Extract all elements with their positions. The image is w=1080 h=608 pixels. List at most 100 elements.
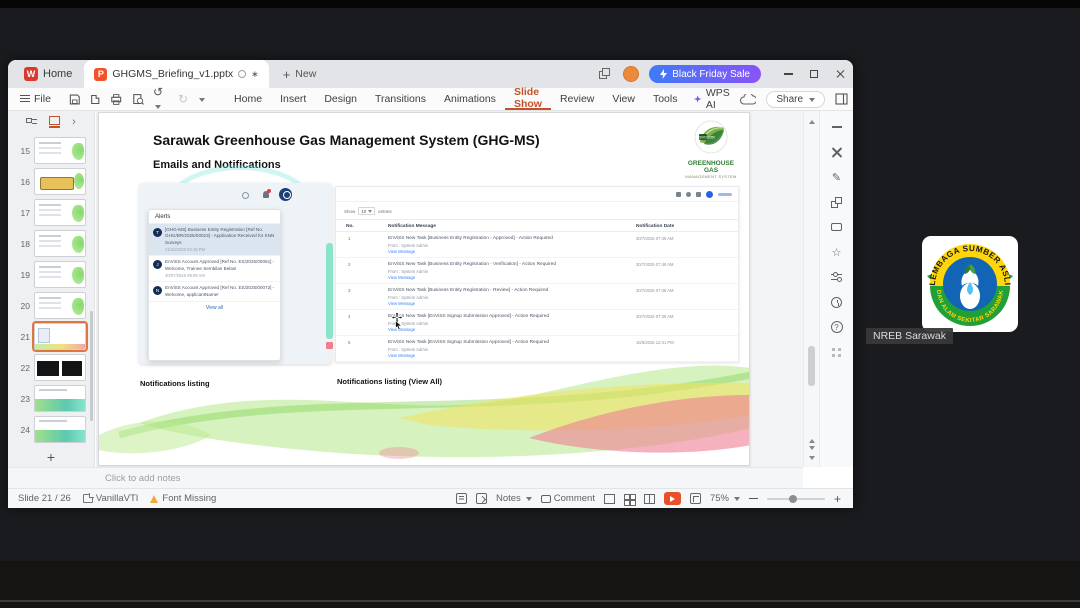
slide-thumbnail-23[interactable]: 23 bbox=[8, 383, 94, 414]
close-button[interactable] bbox=[827, 60, 853, 88]
edit-style-icon[interactable]: ✎ bbox=[829, 169, 845, 185]
print-preview-icon[interactable] bbox=[132, 93, 144, 106]
slide-thumbnail-18[interactable]: 18 bbox=[8, 228, 94, 259]
alert-item[interactable]: N EnViSS Account Approved [Ref No. ES/202… bbox=[149, 282, 280, 302]
save-icon[interactable] bbox=[69, 93, 81, 106]
wps-ai-button[interactable]: WPS AI bbox=[686, 87, 740, 111]
thumbnail-preview[interactable] bbox=[34, 416, 86, 443]
menu-insert[interactable]: Insert bbox=[271, 88, 315, 110]
font-missing-warning[interactable]: Font Missing bbox=[150, 493, 216, 504]
slide-thumbnail-19[interactable]: 19 bbox=[8, 259, 94, 290]
slide-thumbnail-24[interactable]: 24 bbox=[8, 414, 94, 445]
add-slide-button[interactable]: + bbox=[8, 449, 94, 465]
slide-thumbnail-22[interactable]: 22 bbox=[8, 352, 94, 383]
slide-view-icon[interactable] bbox=[49, 116, 61, 128]
alert-item[interactable]: J EnViSS Account Approved [Ref No. ES/202… bbox=[149, 256, 280, 283]
thumbnail-preview[interactable] bbox=[34, 261, 86, 288]
redo-button[interactable]: ↻ bbox=[178, 92, 188, 106]
history-icon[interactable] bbox=[829, 294, 845, 310]
task-pane-icon[interactable] bbox=[455, 493, 467, 504]
scroll-down-icon[interactable] bbox=[808, 456, 815, 463]
thumbnail-preview[interactable] bbox=[34, 292, 86, 319]
slide-thumbnail-15[interactable]: 15 bbox=[8, 135, 94, 166]
quick-access-more-icon[interactable] bbox=[199, 97, 206, 105]
account-avatar[interactable] bbox=[623, 66, 640, 82]
undo-button[interactable]: ↺ bbox=[153, 85, 169, 113]
shapes-icon[interactable] bbox=[829, 194, 845, 210]
thumbnail-preview[interactable] bbox=[34, 199, 86, 226]
notes-placeholder: Click to add notes bbox=[105, 473, 181, 484]
outline-view-icon[interactable] bbox=[26, 117, 38, 127]
thumbnail-preview[interactable] bbox=[34, 354, 86, 381]
thumbnail-scrollbar[interactable] bbox=[90, 311, 93, 421]
scrollbar-thumb[interactable] bbox=[808, 346, 815, 386]
notes-area[interactable]: Click to add notes bbox=[8, 467, 803, 488]
menu-home[interactable]: Home bbox=[225, 88, 271, 110]
maximize-button[interactable] bbox=[801, 60, 827, 88]
reading-view-icon[interactable] bbox=[643, 493, 655, 504]
menu-transitions[interactable]: Transitions bbox=[366, 88, 435, 110]
zoom-out-button[interactable] bbox=[748, 497, 758, 500]
menu-view[interactable]: View bbox=[603, 88, 644, 110]
ghgms-logo: NET ZERO 2050 GREENHOUSE GAS MANAGEMENT … bbox=[682, 120, 740, 179]
menu-animations[interactable]: Animations bbox=[435, 88, 505, 110]
black-friday-sale-button[interactable]: Black Friday Sale bbox=[649, 65, 761, 83]
tools-icon[interactable] bbox=[829, 144, 845, 160]
tab-document[interactable]: P GHGMS_Briefing_v1.pptx ∗ bbox=[84, 60, 269, 88]
promo-label: Black Friday Sale bbox=[672, 68, 750, 80]
previous-slide-icon[interactable] bbox=[808, 436, 815, 443]
menu-slide-show[interactable]: Slide Show bbox=[504, 86, 551, 110]
fullscreen-icon[interactable] bbox=[689, 493, 701, 504]
comment-button[interactable]: Comment bbox=[540, 493, 595, 504]
menu-design[interactable]: Design bbox=[315, 88, 366, 110]
theme-indicator[interactable]: VanillaVTI bbox=[82, 493, 138, 504]
workspace-switch-icon[interactable] bbox=[599, 68, 611, 80]
editor-scrollbar[interactable] bbox=[803, 111, 819, 467]
alert-item[interactable]: T [GHG-MS] Business Entity Registration [… bbox=[149, 224, 280, 257]
help-icon[interactable]: ? bbox=[829, 319, 845, 335]
slide-sorter-icon[interactable] bbox=[623, 493, 635, 504]
zoom-level[interactable]: 75% bbox=[710, 493, 740, 504]
menu-tools[interactable]: Tools bbox=[644, 88, 687, 110]
minimize-button[interactable] bbox=[775, 60, 801, 88]
thumbnail-preview[interactable] bbox=[32, 321, 88, 352]
notifications-icon bbox=[696, 192, 701, 197]
slide-thumbnail-20[interactable]: 20 bbox=[8, 290, 94, 321]
slide-thumbnail-17[interactable]: 17 bbox=[8, 197, 94, 228]
thumbnail-preview[interactable] bbox=[34, 385, 86, 412]
zoom-in-button[interactable]: + bbox=[834, 493, 841, 505]
sidebar-toggle-icon[interactable] bbox=[835, 93, 848, 105]
file-menu-button[interactable]: File bbox=[8, 93, 61, 105]
view-message-link[interactable]: View Message bbox=[388, 275, 415, 280]
next-slide-icon[interactable] bbox=[808, 446, 815, 453]
slideshow-play-button[interactable] bbox=[663, 492, 681, 505]
normal-view-icon[interactable] bbox=[603, 493, 615, 504]
thumbnail-preview[interactable] bbox=[34, 168, 86, 195]
tab-home[interactable]: W Home bbox=[12, 60, 84, 88]
slide-thumbnail-21[interactable]: 21 bbox=[8, 321, 94, 352]
cloud-sync-icon[interactable] bbox=[740, 93, 757, 105]
slide-canvas[interactable]: Sarawak Greenhouse Gas Management System… bbox=[98, 112, 750, 466]
row-from: From : System Admin bbox=[388, 295, 429, 300]
settings-sliders-icon[interactable] bbox=[829, 269, 845, 285]
thumbnail-preview[interactable] bbox=[34, 137, 86, 164]
scroll-up-icon[interactable] bbox=[808, 117, 815, 124]
favorites-icon[interactable]: ☆ bbox=[829, 244, 845, 260]
view-message-link[interactable]: View Message bbox=[388, 249, 415, 254]
collapse-pane-icon[interactable] bbox=[829, 119, 845, 135]
new-tab-button[interactable]: + New bbox=[283, 68, 317, 81]
print-icon[interactable] bbox=[110, 93, 122, 106]
zoom-slider[interactable] bbox=[766, 494, 825, 503]
handout-icon[interactable] bbox=[475, 493, 487, 504]
share-button[interactable]: Share bbox=[766, 90, 826, 108]
row-date: 30/7/2025 07:49 AM bbox=[636, 236, 674, 241]
apps-grid-icon[interactable] bbox=[829, 344, 845, 360]
export-icon[interactable] bbox=[89, 93, 101, 106]
notes-toggle[interactable]: Notes bbox=[496, 493, 532, 504]
zoom-slider-knob[interactable] bbox=[788, 494, 797, 503]
collapse-panel-icon[interactable]: › bbox=[72, 116, 76, 128]
slide-thumbnail-16[interactable]: 16 bbox=[8, 166, 94, 197]
comment-pane-icon[interactable] bbox=[829, 219, 845, 235]
thumbnail-preview[interactable] bbox=[34, 230, 86, 257]
menu-review[interactable]: Review bbox=[551, 88, 603, 110]
